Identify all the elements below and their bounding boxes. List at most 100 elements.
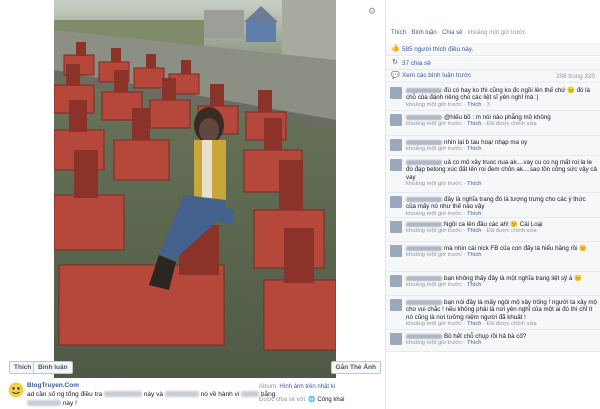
view-previous-comments-link[interactable]: Xem các bình luận trước	[402, 72, 471, 79]
likes-link[interactable]: 585 người thích điều này.	[402, 46, 473, 53]
avatar[interactable]	[390, 196, 402, 208]
caption-text: ad cần số ng tổng điều tra này và nó về …	[27, 391, 275, 398]
caption-segment: ad cần số ng tổng điều tra	[27, 391, 103, 398]
page-name[interactable]: BlogTruyen.Com	[27, 382, 79, 389]
avatar[interactable]	[390, 114, 402, 126]
comment-like-link[interactable]: Thích	[467, 146, 482, 152]
comment-body: @hiếu bồ : m nói nào phẫng mồ không khoản…	[406, 114, 597, 129]
avatar[interactable]	[390, 221, 402, 233]
comment-time: khoảng một giờ trước	[406, 228, 462, 235]
commenter-name-redacted[interactable]	[406, 333, 442, 339]
comment-time: khoảng một giờ trước	[406, 252, 462, 259]
comment-time: khoảng một giờ trước	[406, 146, 462, 153]
comment-time: khoảng một giờ trước	[406, 101, 462, 108]
comment-body: uả co mộ xây truoc nua ak....vay cu co n…	[406, 159, 597, 188]
comment-meta: khoảng một giờ trước · Thích	[406, 210, 482, 217]
avatar[interactable]	[390, 87, 402, 99]
comment-link[interactable]: Bình luận	[411, 30, 436, 36]
comment-item: Bỏ hết chỗ chụp rồi hả bà cố? khoảng một …	[386, 330, 600, 352]
comment-item: uả co mộ xây truoc nua ak....vay cu co n…	[386, 156, 600, 193]
commenter-name-redacted[interactable]	[406, 299, 442, 305]
avatar[interactable]	[390, 139, 402, 151]
comment-count: 206 trong 320	[556, 72, 595, 80]
comment-item: nhìn lại b tau hoạ/ nhạp ma oy khoảng một…	[386, 136, 600, 156]
comment-item: Ngồi ca lên đầu các ah! 😐 Cái Loại khoảng…	[386, 218, 600, 242]
commenter-name-redacted[interactable]	[406, 139, 442, 145]
avatar[interactable]	[390, 275, 402, 287]
comment-meta: khoảng một giờ trước · Thích	[406, 180, 482, 187]
avatar[interactable]	[390, 159, 402, 171]
commenter-name-redacted[interactable]	[406, 159, 442, 165]
comment-item: đù có hay ko thì cũng ko đc ngồi lên thế…	[386, 84, 600, 111]
comment-like-link[interactable]: Thích	[467, 340, 482, 346]
caption-segment: này !	[62, 400, 77, 407]
cemetery-photo[interactable]	[54, 0, 336, 378]
redacted-text	[103, 391, 142, 398]
photo-caption: BlogTruyen.Com ad cần số ng tổng điều tr…	[0, 378, 385, 409]
comment-like-link[interactable]: Thích	[467, 121, 482, 127]
comment-text: Bỏ hết chỗ chụp rồi hả bà cố?	[444, 333, 527, 340]
avatar[interactable]	[390, 245, 402, 257]
commenter-name-redacted[interactable]	[406, 196, 442, 202]
shares-link[interactable]: 37 chia sẻ	[402, 60, 431, 67]
photo-illustration	[54, 0, 336, 378]
action-bar: Thích · Bình luận · Chia sẻ · khoảng một…	[391, 30, 526, 36]
comment-item: đây là nghĩa trang đó là tượng trưng cho…	[386, 193, 600, 218]
commenter-name-redacted[interactable]	[406, 275, 442, 281]
comment-meta: khoảng một giờ trước · Thích	[406, 146, 482, 153]
commenter-name-redacted[interactable]	[406, 221, 442, 227]
comment-meta: khoảng một giờ trước · Thích · 3	[406, 101, 490, 108]
share-icon: ↻	[392, 59, 398, 66]
comment-like-link[interactable]: Thích	[467, 211, 482, 217]
comment-text: Ngồi ca lên đầu các ah! 😐 Cái Loại	[444, 221, 543, 228]
comment-time: khoảng một giờ trước	[406, 121, 462, 128]
comment-body: mà nhìn cái nick FB của con đấy là hiểu …	[406, 245, 597, 260]
photo-comment-button[interactable]: Bình luận	[33, 361, 73, 374]
comment-text: bạn không thấy đây là một nghĩa trang li…	[444, 275, 582, 282]
previous-comments-row: 💬 Xem các bình luận trước 206 trong 320	[386, 70, 600, 83]
comment-time: khoảng một giờ trước	[406, 210, 462, 217]
like-link[interactable]: Thích	[391, 30, 406, 36]
share-info: Được chia sẻ với: 🌐 Công khai	[259, 396, 344, 403]
avatar[interactable]	[390, 333, 402, 345]
comment-like-link[interactable]: Thích	[467, 252, 482, 258]
share-privacy[interactable]: Công khai	[317, 397, 344, 403]
comment-meta: khoảng một giờ trước · Thích	[406, 340, 482, 347]
comment-body: Ngồi ca lên đầu các ah! 😐 Cái Loại khoảng…	[406, 221, 597, 236]
commenter-name-redacted[interactable]	[406, 245, 442, 251]
comment-extra: 3	[486, 101, 490, 108]
album-link[interactable]: Hình ảnh trên nhật kí	[279, 384, 335, 390]
share-label: Được chia sẻ với:	[259, 397, 307, 403]
comment-body: đù có hay ko thì cũng ko đc ngồi lên thế…	[406, 87, 597, 109]
comment-text: @hiếu bồ : m nói nào phẫng mồ không	[444, 114, 551, 121]
comment-body: bạn không thấy đây là một nghĩa trang li…	[406, 275, 597, 290]
caption-segment: nó về hành vi	[200, 391, 240, 398]
comment-item: @hiếu bồ : m nói nào phẫng mồ không khoản…	[386, 111, 600, 136]
globe-icon: 🌐	[308, 397, 316, 403]
album-info: Album: Hình ảnh trên nhật kí	[259, 384, 335, 390]
comment-meta: khoảng một giờ trước · Thích · Đã được c…	[406, 228, 537, 235]
shares-summary: ↻ 37 chia sẻ	[386, 57, 600, 70]
post-time: khoảng một giờ trước	[467, 30, 526, 36]
comment-like-link[interactable]: Thích	[467, 228, 482, 234]
avatar[interactable]	[390, 299, 402, 311]
comment-like-link[interactable]: Thích	[467, 321, 482, 327]
comment-bubble-icon: 💬	[391, 72, 400, 79]
commenter-name-redacted[interactable]	[406, 114, 442, 120]
comment-like-link[interactable]: Thích	[467, 102, 482, 108]
commenter-name-redacted[interactable]	[406, 87, 442, 93]
blogtruyen-logo-icon	[8, 382, 24, 398]
share-link[interactable]: Chia sẻ	[442, 30, 462, 36]
redacted-text	[241, 391, 260, 398]
comment-item: mà nhìn cái nick FB của con đấy là hiểu …	[386, 242, 600, 272]
comment-item: bạn không thấy đây là một nghĩa trang li…	[386, 272, 600, 296]
photo-options-icon[interactable]: ⚙	[367, 6, 377, 16]
tag-photo-button[interactable]: Gắn Thẻ Ảnh	[330, 361, 381, 374]
comment-time: khoảng một giờ trước	[406, 340, 462, 347]
comment-like-link[interactable]: Thích	[467, 181, 482, 187]
comment-body: nhìn lại b tau hoạ/ nhạp ma oy khoảng một…	[406, 139, 597, 154]
comment-body: bạn nói đây là mấy ngôi mộ xây trống ! n…	[406, 299, 597, 328]
comment-like-link[interactable]: Thích	[467, 282, 482, 288]
comment-text: mà nhìn cái nick FB của con đấy là hiểu …	[444, 245, 587, 252]
redacted-text	[27, 400, 61, 407]
